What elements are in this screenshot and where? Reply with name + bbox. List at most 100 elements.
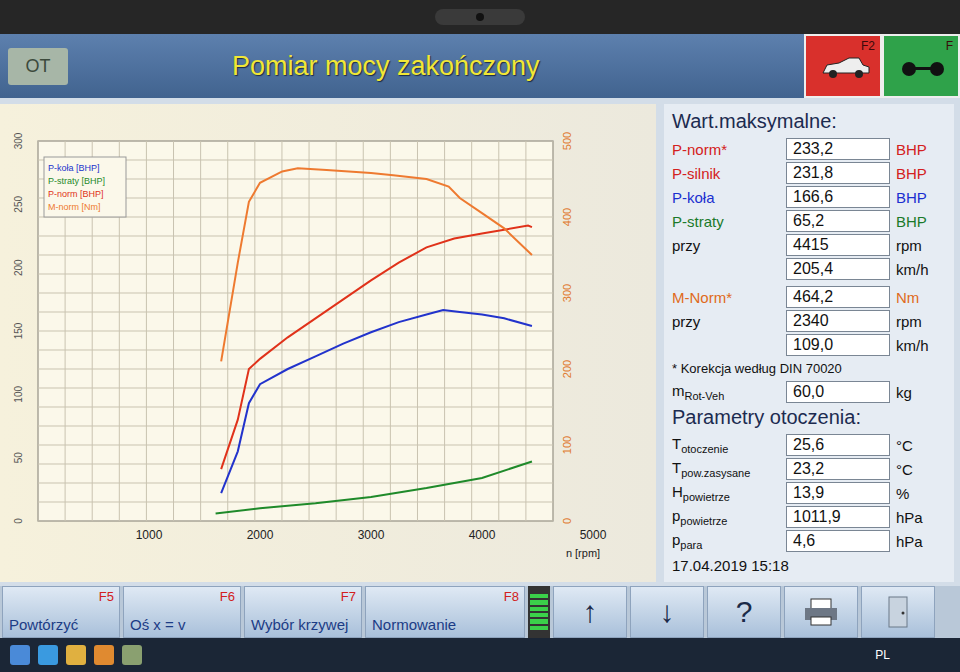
trailer-icon <box>897 55 953 79</box>
svg-text:n [rpm]: n [rpm] <box>566 547 600 559</box>
results-panel: Wart.maksymalne:P-norm*233,2BHPP-silnik2… <box>664 104 954 582</box>
printer-icon <box>803 597 839 627</box>
value-label: przy <box>672 237 780 254</box>
value-row: P-norm*233,2BHP <box>672 137 946 161</box>
series-line <box>221 309 532 492</box>
svg-text:P-koła [BHP]: P-koła [BHP] <box>48 163 100 173</box>
nav-button[interactable] <box>861 586 935 638</box>
value-row: Tpow.zasysane 23,2 °C <box>672 457 946 481</box>
max-values-title: Wart.maksymalne: <box>672 108 946 137</box>
car-icon <box>819 55 875 79</box>
svg-text:300: 300 <box>13 132 24 149</box>
function-button[interactable]: F6Oś x = v <box>123 586 241 638</box>
svg-text:3000: 3000 <box>358 528 385 542</box>
value-row: ppara4,6hPa <box>672 529 946 553</box>
value-row: mRot-Veh60,0kg <box>672 380 946 404</box>
value-label: Totoczenie <box>672 435 780 455</box>
folder-icon[interactable] <box>66 645 86 665</box>
correction-note: * Korekcja według DIN 70020 <box>672 357 946 380</box>
svg-text:150: 150 <box>13 322 24 339</box>
value-box: 233,2 <box>786 138 890 160</box>
nav-button[interactable]: ↑ <box>553 586 627 638</box>
value-label: P-norm* <box>672 141 780 158</box>
camera <box>435 9 525 25</box>
svg-text:P-straty [BHP]: P-straty [BHP] <box>48 176 105 186</box>
value-unit: BHP <box>896 165 946 182</box>
value-box: 23,2 <box>786 458 890 480</box>
value-row: P-silnik231,8BHP <box>672 161 946 185</box>
svg-text:500: 500 <box>561 131 573 149</box>
svg-text:100: 100 <box>13 385 24 402</box>
nav-button[interactable]: ? <box>707 586 781 638</box>
value-label: ppara <box>672 531 780 551</box>
value-unit: km/h <box>896 337 946 354</box>
value-unit: °C <box>896 437 946 454</box>
svg-text:50: 50 <box>13 451 24 463</box>
value-label: ppowietrze <box>672 507 780 527</box>
value-label: Hpowietrze <box>672 483 780 503</box>
value-label: P-straty <box>672 213 780 230</box>
svg-text:300: 300 <box>561 283 573 301</box>
value-unit: km/h <box>896 261 946 278</box>
series-line <box>221 225 532 468</box>
value-box: 4415 <box>786 234 890 256</box>
value-row: 109,0 km/h <box>672 333 946 357</box>
value-row: przy2340rpm <box>672 309 946 333</box>
value-row: przy4415rpm <box>672 233 946 257</box>
svg-text:2000: 2000 <box>247 528 274 542</box>
value-row: P-straty65,2BHP <box>672 209 946 233</box>
value-box: 13,9 <box>786 482 890 504</box>
series-line <box>221 168 532 361</box>
start-icon[interactable] <box>10 645 30 665</box>
app-icon[interactable] <box>122 645 142 665</box>
browser-icon[interactable] <box>38 645 58 665</box>
camera-lens-icon <box>476 13 484 21</box>
value-label: M-Norm* <box>672 289 780 306</box>
value-box: 109,0 <box>786 334 890 356</box>
dyno-screen: OTPomiar mocy zakończonyF2FP-koła [BHP]P… <box>0 0 960 672</box>
value-unit: °C <box>896 461 946 478</box>
value-box: 205,4 <box>786 258 890 280</box>
value-unit: hPa <box>896 509 946 526</box>
svg-text:P-norm [BHP]: P-norm [BHP] <box>48 189 104 199</box>
function-key[interactable]: F <box>882 34 960 98</box>
svg-text:1000: 1000 <box>136 528 163 542</box>
chart-legend: P-koła [BHP] P-straty [BHP] P-norm [BHP] M-… <box>44 157 126 217</box>
svg-text:250: 250 <box>13 195 24 212</box>
main: P-koła [BHP] P-straty [BHP] P-norm [BHP] M-… <box>0 98 960 586</box>
value-row: M-Norm* 464,2 Nm <box>672 285 946 309</box>
function-keys: F2F <box>804 34 960 98</box>
window-title: Pomiar mocy zakończony <box>82 51 790 82</box>
nav-button[interactable] <box>784 586 858 638</box>
value-box: 65,2 <box>786 210 890 232</box>
language-indicator[interactable]: PL <box>875 648 950 662</box>
media-icon[interactable] <box>94 645 114 665</box>
function-button[interactable]: F7Wybór krzywej <box>244 586 362 638</box>
value-row: Hpowietrze 13,9% <box>672 481 946 505</box>
nav-button[interactable]: ↓ <box>630 586 704 638</box>
value-unit: kg <box>896 384 946 401</box>
timestamp: 17.04.2019 15:18 <box>672 553 946 578</box>
svg-text:0: 0 <box>561 517 573 523</box>
svg-text:200: 200 <box>561 359 573 377</box>
function-key[interactable]: F2 <box>804 34 882 98</box>
chart-panel: P-koła [BHP] P-straty [BHP] P-norm [BHP] M-… <box>0 104 656 582</box>
level-indicator <box>528 586 550 638</box>
value-label: mRot-Veh <box>672 382 780 402</box>
monitor-bezel <box>0 0 960 34</box>
ot-button[interactable]: OT <box>8 48 68 85</box>
value-label: Tpow.zasysane <box>672 459 780 479</box>
function-button[interactable]: F8Normowanie <box>365 586 525 638</box>
value-box: 25,6 <box>786 434 890 456</box>
value-box: 231,8 <box>786 162 890 184</box>
value-row: Totoczenie 25,6 °C <box>672 433 946 457</box>
value-unit: Nm <box>896 289 946 306</box>
svg-text:M-norm [Nm]: M-norm [Nm] <box>48 202 101 212</box>
series-line <box>216 461 532 513</box>
svg-text:200: 200 <box>13 258 24 275</box>
value-row: P-koła166,6BHP <box>672 185 946 209</box>
value-unit: hPa <box>896 533 946 550</box>
function-button[interactable]: F5Powtórzyć <box>2 586 120 638</box>
value-box: 464,2 <box>786 286 890 308</box>
value-unit: % <box>896 485 946 502</box>
